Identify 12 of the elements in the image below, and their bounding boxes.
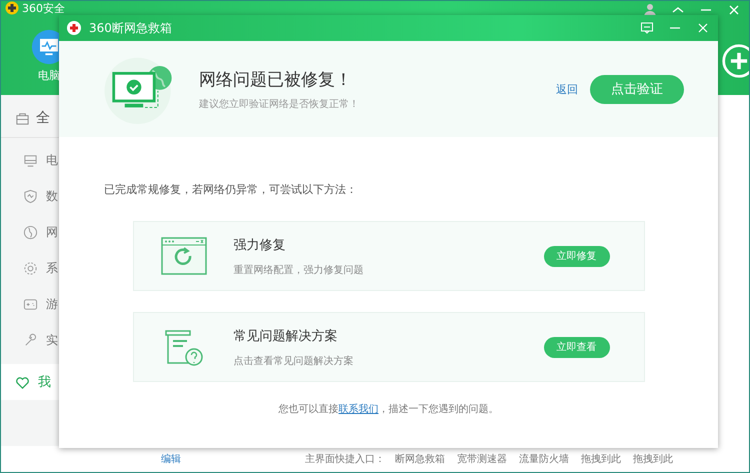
status-subtitle: 建议您立即验证网络是否恢复正常！ xyxy=(199,98,359,110)
option-title: 常见问题解决方案 xyxy=(234,328,338,344)
hint-text: 已完成常规修复，若网络仍异常，可尝试以下方法： xyxy=(104,182,357,197)
option-description: 点击查看常见问题解决方案 xyxy=(234,354,354,368)
tool-label: 电脑 xyxy=(38,68,60,83)
dialog-title: 360断网急救箱 xyxy=(89,20,172,36)
status-headline: 网络问题已被修复！ xyxy=(199,68,353,90)
shortcut-label: 主界面快捷入口： xyxy=(305,452,385,466)
app-title: 360安全 xyxy=(22,2,65,14)
option-description: 重置网络配置，强力修复问题 xyxy=(234,264,364,276)
option-title: 强力修复 xyxy=(234,236,286,254)
contact-text: 您也可以直接联系我们，描述一下您遇到的问题。 xyxy=(278,402,498,416)
